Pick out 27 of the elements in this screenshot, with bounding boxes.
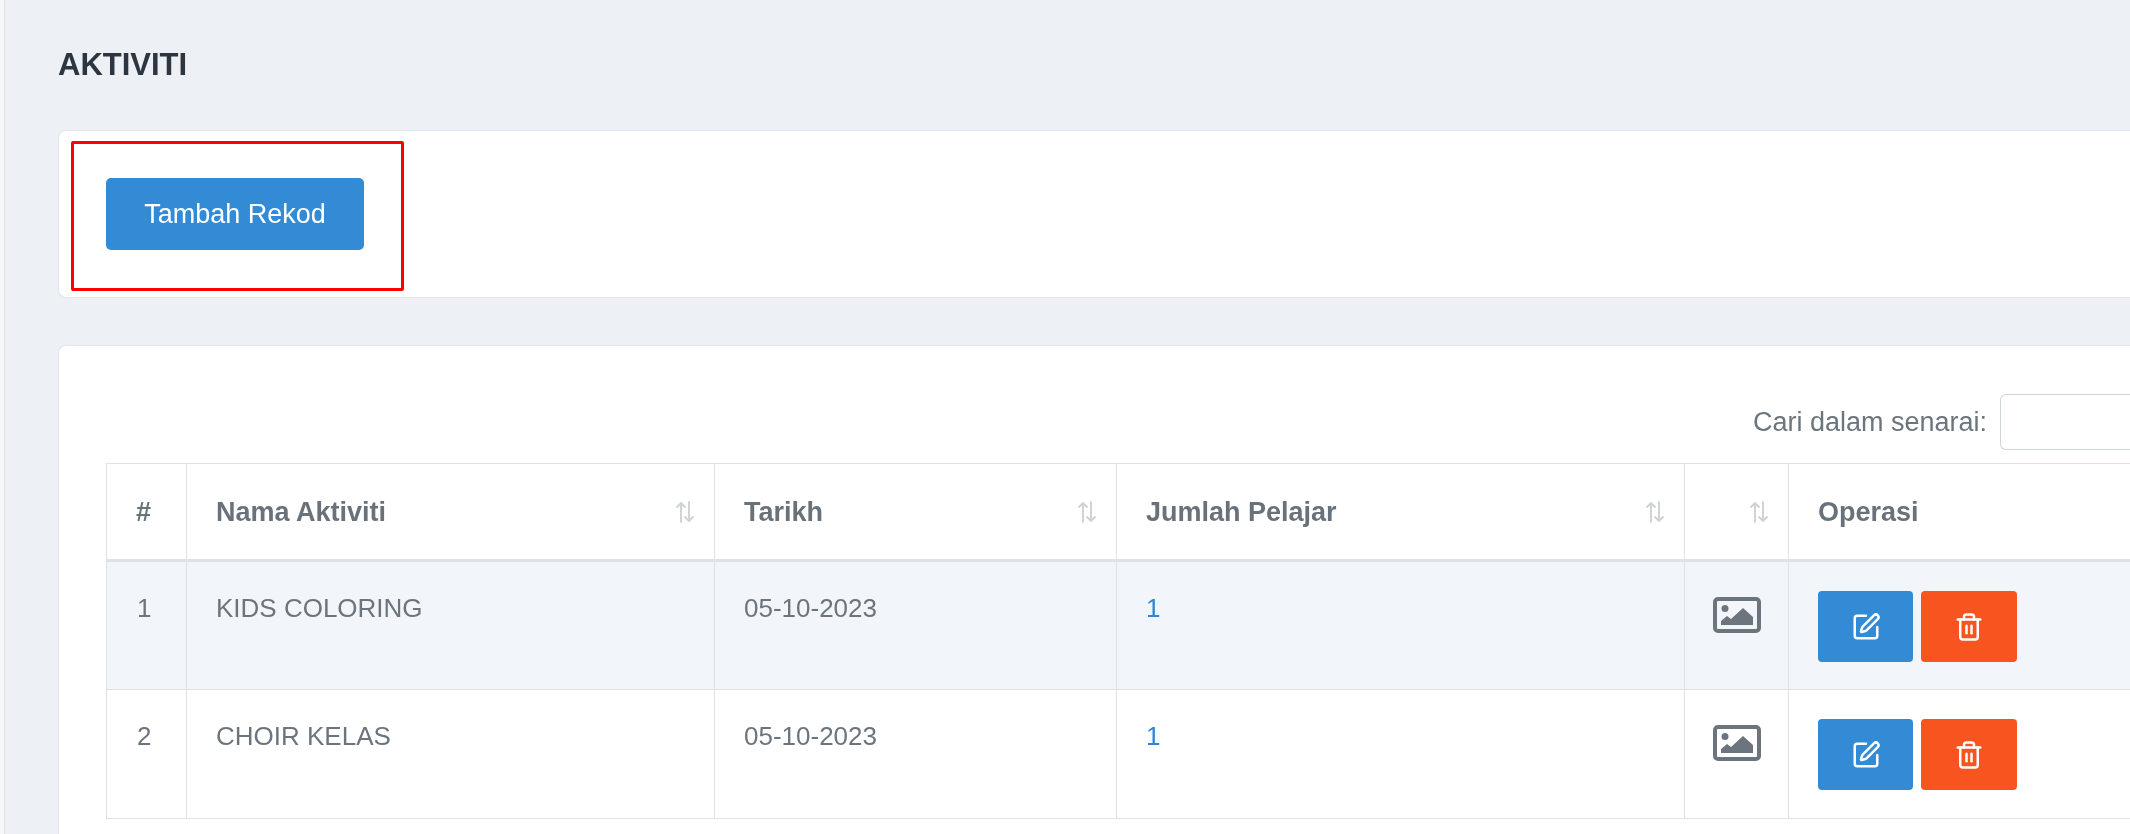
activity-name: KIDS COLORING [216,593,423,623]
student-count-link[interactable]: 1 [1146,593,1161,623]
column-header: # [136,495,152,528]
trash-icon [1954,611,1984,642]
student-count-link[interactable]: 1 [1146,721,1161,751]
column-header: Nama Aktiviti [216,495,387,528]
add-record-button[interactable]: Tambah Rekod [106,178,364,250]
trash-icon [1954,739,1984,770]
column-header: Operasi [1818,495,1919,528]
sort-arrows-icon[interactable] [1646,500,1664,523]
search-label: Cari dalam senarai: [1752,406,1987,438]
page-title: AKTIVITI [58,49,188,81]
activity-name: CHOIR KELAS [216,721,391,751]
edit-button[interactable] [1818,719,1913,790]
edit-button[interactable] [1818,591,1913,662]
row-number: 2 [137,721,152,751]
activity-date: 05-10-2023 [744,593,877,623]
search-field[interactable] [2000,394,2130,450]
sort-arrows-icon[interactable] [676,500,694,523]
sort-arrows-icon[interactable] [1078,500,1096,523]
sort-arrows-icon[interactable] [1750,500,1768,523]
row-number: 1 [137,593,152,623]
delete-button[interactable] [1921,719,2017,790]
delete-button[interactable] [1921,591,2017,662]
column-header: Tarikh [744,495,824,528]
activity-date: 05-10-2023 [744,721,877,751]
column-header: Jumlah Pelajar [1146,495,1337,528]
